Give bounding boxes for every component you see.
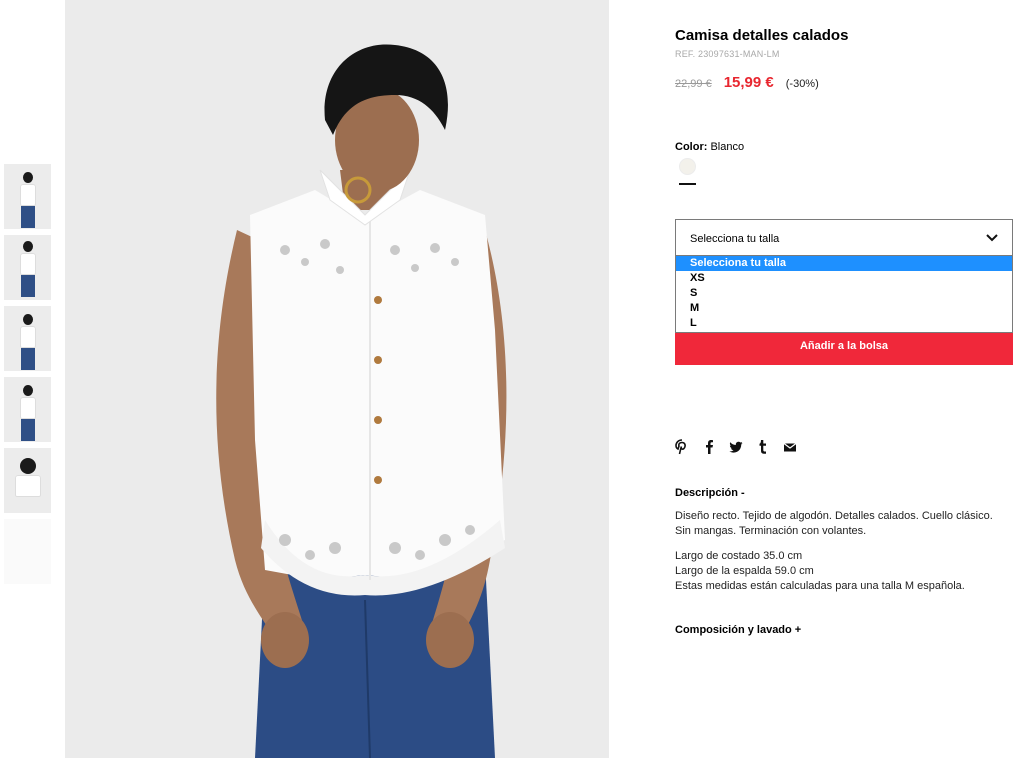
share-icons <box>675 439 810 455</box>
thumbnail-5[interactable] <box>4 448 51 513</box>
measure-side-length: Largo de costado 35.0 cm <box>675 550 803 562</box>
measure-note: Estas medidas están calculadas para una … <box>675 580 965 592</box>
composition-heading[interactable]: Composición y lavado + <box>675 624 801 636</box>
size-select[interactable]: Selecciona tu talla <box>675 219 1013 256</box>
size-option-m[interactable]: M <box>676 301 1012 316</box>
price-row: 22,99 € 15,99 € (-30%) <box>675 74 819 91</box>
thumbnail-figure <box>19 308 36 370</box>
color-label-row: Color: Blanco <box>675 141 744 153</box>
size-option-placeholder[interactable]: Selecciona tu talla <box>676 256 1012 271</box>
swatch-selected-indicator <box>679 183 696 185</box>
thumbnail-4[interactable] <box>4 377 51 442</box>
size-option-xs[interactable]: XS <box>676 271 1012 286</box>
description-text: Diseño recto. Tejido de algodón. Detalle… <box>675 510 993 537</box>
thumbnail-figure <box>19 379 36 441</box>
description-heading[interactable]: Descripción - <box>675 487 745 499</box>
size-option-s[interactable]: S <box>676 286 1012 301</box>
measure-back-length: Largo de la espalda 59.0 cm <box>675 565 814 577</box>
twitter-icon[interactable] <box>729 439 743 455</box>
color-value: Blanco <box>710 141 745 153</box>
size-option-l[interactable]: L <box>676 316 1012 331</box>
size-dropdown-list: Selecciona tu talla XS S M L <box>675 256 1013 333</box>
model-illustration <box>65 0 609 758</box>
pinterest-icon[interactable] <box>675 439 689 455</box>
discount-badge: (-30%) <box>785 78 819 90</box>
thumbnail-1[interactable] <box>4 164 51 229</box>
thumbnail-3[interactable] <box>4 306 51 371</box>
thumbnail-figure <box>19 166 36 228</box>
email-icon[interactable] <box>783 439 797 455</box>
thumbnail-figure <box>14 452 41 497</box>
color-swatch-white[interactable] <box>679 158 696 175</box>
old-price: 22,99 € <box>675 78 712 90</box>
facebook-icon[interactable] <box>702 439 716 455</box>
product-ref: REF. 23097631-MAN-LM <box>675 49 780 59</box>
product-image <box>65 0 609 758</box>
color-label: Color: <box>675 141 708 153</box>
thumbnail-figure <box>19 235 36 297</box>
thumbnail-6[interactable] <box>4 519 51 584</box>
size-select-value: Selecciona tu talla <box>690 233 780 245</box>
tumblr-icon[interactable] <box>756 439 770 455</box>
product-title: Camisa detalles calados <box>675 27 849 44</box>
chevron-down-icon <box>986 234 998 242</box>
thumbnail-list <box>4 164 51 590</box>
new-price: 15,99 € <box>723 74 774 91</box>
thumbnail-2[interactable] <box>4 235 51 300</box>
